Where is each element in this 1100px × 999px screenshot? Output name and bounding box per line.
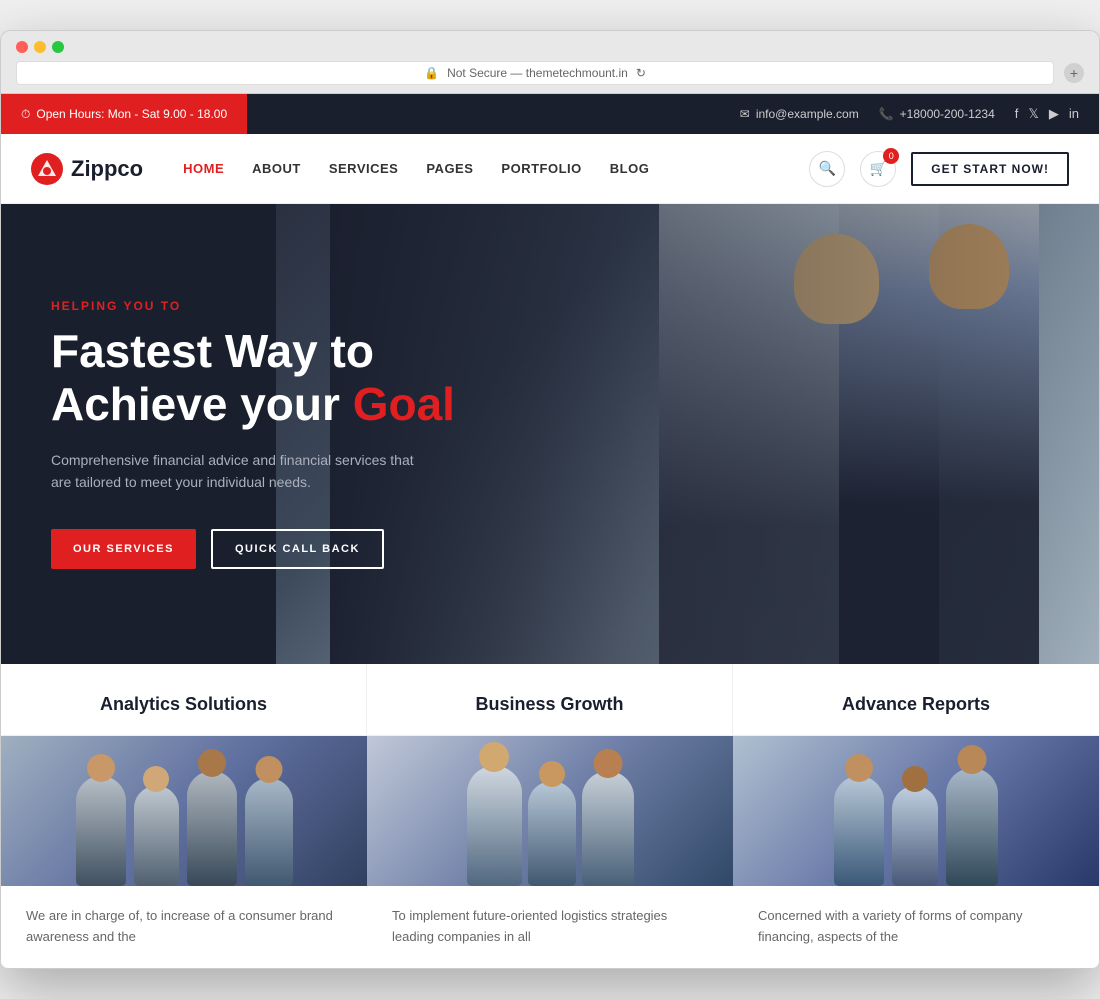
analytics-description: We are in charge of, to increase of a co… [26, 906, 342, 948]
url-text: Not Secure — themetechmount.in [447, 66, 628, 80]
our-services-button[interactable]: OUR SERVICES [51, 529, 196, 569]
hero-title: Fastest Way to Achieve your Goal [51, 325, 555, 431]
website-content: ⏱ Open Hours: Mon - Sat 9.00 - 18.00 ✉ i… [0, 94, 1100, 969]
logo[interactable]: Zippco [31, 153, 143, 185]
nav-about[interactable]: ABOUT [252, 160, 301, 178]
email-contact[interactable]: ✉ info@example.com [740, 107, 859, 121]
hero-title-line1: Fastest Way to [51, 325, 374, 377]
card-reports-text: Concerned with a variety of forms of com… [733, 886, 1099, 968]
cart-icon: 🛒 [870, 160, 887, 177]
hero-content: HELPING YOU TO Fastest Way to Achieve yo… [1, 204, 605, 664]
nav-links: HOME ABOUT SERVICES PAGES PORTFOLIO BLOG [183, 160, 809, 178]
hero-title-highlight: Goal [353, 378, 455, 430]
card-analytics: We are in charge of, to increase of a co… [1, 736, 367, 968]
service-reports: Advance Reports [733, 664, 1099, 735]
card-growth-text: To implement future-oriented logistics s… [367, 886, 733, 968]
nav-services[interactable]: SERVICES [329, 160, 399, 178]
service-analytics: Analytics Solutions [1, 664, 367, 735]
nav-pages[interactable]: PAGES [426, 160, 473, 178]
search-button[interactable]: 🔍 [809, 151, 845, 187]
minimize-button[interactable] [34, 41, 46, 53]
hero-subtitle: Comprehensive financial advice and finan… [51, 449, 431, 494]
services-strip: Analytics Solutions Business Growth Adva… [1, 664, 1099, 735]
card-growth: To implement future-oriented logistics s… [367, 736, 733, 968]
url-bar[interactable]: 🔒 Not Secure — themetechmount.in ↻ [16, 61, 1054, 85]
service-growth: Business Growth [367, 664, 733, 735]
email-icon: ✉ [740, 107, 750, 121]
close-button[interactable] [16, 41, 28, 53]
card-analytics-image [1, 736, 367, 886]
card-reports: Concerned with a variety of forms of com… [733, 736, 1099, 968]
nav-pages-link[interactable]: PAGES [426, 161, 473, 176]
card-growth-image [367, 736, 733, 886]
card-analytics-text: We are in charge of, to increase of a co… [1, 886, 367, 968]
analytics-title: Analytics Solutions [36, 694, 331, 715]
youtube-icon[interactable]: ▶ [1049, 106, 1059, 122]
open-hours-text: Open Hours: Mon - Sat 9.00 - 18.00 [36, 107, 227, 121]
linkedin-icon[interactable]: in [1069, 106, 1079, 122]
reports-title: Advance Reports [768, 694, 1064, 715]
phone-icon: 📞 [879, 107, 894, 121]
refresh-icon[interactable]: ↻ [636, 66, 646, 80]
nav-home[interactable]: HOME [183, 160, 224, 178]
nav-about-link[interactable]: ABOUT [252, 161, 301, 176]
logo-icon [31, 153, 63, 185]
reports-description: Concerned with a variety of forms of com… [758, 906, 1074, 948]
window-controls [16, 41, 1084, 53]
nav-blog-link[interactable]: BLOG [610, 161, 650, 176]
growth-description: To implement future-oriented logistics s… [392, 906, 708, 948]
cart-badge: 0 [883, 148, 899, 164]
service-cards-images: We are in charge of, to increase of a co… [1, 735, 1099, 968]
cart-button[interactable]: 🛒 0 [860, 151, 896, 187]
hero-title-line2: Achieve your [51, 378, 340, 430]
nav-services-link[interactable]: SERVICES [329, 161, 399, 176]
nav-portfolio-link[interactable]: PORTFOLIO [501, 161, 581, 176]
hero-buttons: OUR SERVICES QUICK CALL BACK [51, 529, 555, 569]
growth-title: Business Growth [402, 694, 697, 715]
maximize-button[interactable] [52, 41, 64, 53]
browser-chrome: 🔒 Not Secure — themetechmount.in ↻ + [0, 30, 1100, 94]
top-bar: ⏱ Open Hours: Mon - Sat 9.00 - 18.00 ✉ i… [1, 94, 1099, 134]
top-bar-left: ⏱ Open Hours: Mon - Sat 9.00 - 18.00 [1, 94, 247, 134]
browser-toolbar: 🔒 Not Secure — themetechmount.in ↻ + [16, 61, 1084, 85]
browser-window: 🔒 Not Secure — themetechmount.in ↻ + ⏱ O… [0, 30, 1100, 969]
nav-actions: 🔍 🛒 0 GET START NOW! [809, 151, 1069, 187]
clock-icon: ⏱ [21, 107, 30, 122]
lock-icon: 🔒 [424, 66, 439, 80]
email-text: info@example.com [756, 107, 859, 121]
navbar: Zippco HOME ABOUT SERVICES PAGES PORTFOL… [1, 134, 1099, 204]
hero-section: HELPING YOU TO Fastest Way to Achieve yo… [1, 204, 1099, 664]
facebook-icon[interactable]: f [1015, 106, 1019, 122]
social-icons: f 𝕏 ▶ in [1015, 106, 1079, 122]
new-tab-button[interactable]: + [1064, 63, 1084, 83]
card-reports-image [733, 736, 1099, 886]
search-icon: 🔍 [819, 160, 836, 177]
phone-contact[interactable]: 📞 +18000-200-1234 [879, 107, 995, 121]
nav-blog[interactable]: BLOG [610, 160, 650, 178]
top-bar-right: ✉ info@example.com 📞 +18000-200-1234 f 𝕏… [247, 94, 1099, 134]
twitter-icon[interactable]: 𝕏 [1028, 106, 1038, 122]
nav-portfolio[interactable]: PORTFOLIO [501, 160, 581, 178]
logo-text: Zippco [71, 156, 143, 182]
phone-text: +18000-200-1234 [900, 107, 995, 121]
quick-callback-button[interactable]: QUICK CALL BACK [211, 529, 384, 569]
get-started-button[interactable]: GET START NOW! [911, 152, 1069, 186]
nav-home-link[interactable]: HOME [183, 161, 224, 176]
hero-eyebrow: HELPING YOU TO [51, 299, 555, 313]
